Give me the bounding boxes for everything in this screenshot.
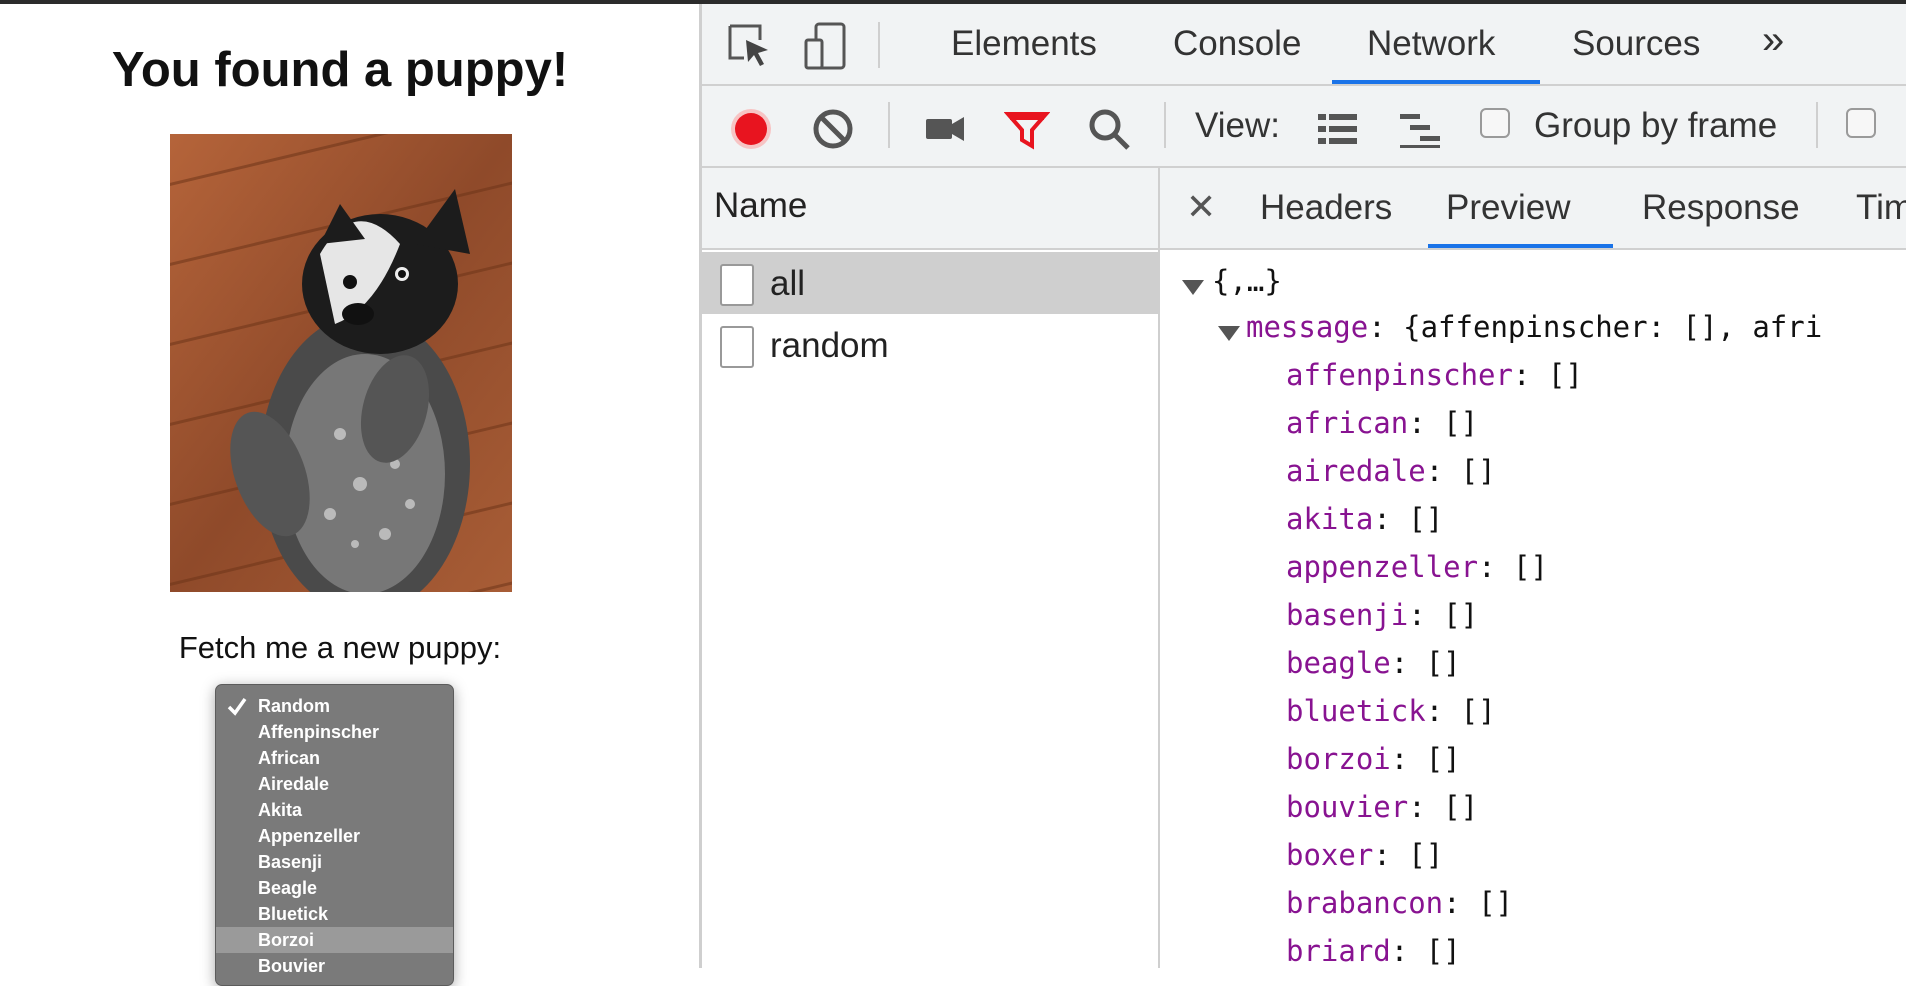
tab-preview[interactable]: Preview <box>1446 188 1570 228</box>
dropdown-option[interactable]: Appenzeller <box>216 823 453 849</box>
tab-sources[interactable]: Sources <box>1572 24 1700 64</box>
json-entry: african: [] <box>1286 406 1479 440</box>
dropdown-option[interactable]: Bouvier <box>216 953 453 979</box>
json-preview: {,…} message: {affenpinscher: [], afri a… <box>1160 252 1906 968</box>
breed-dropdown-menu[interactable]: Random Affenpinscher African Airedale Ak… <box>215 684 454 986</box>
checkmark-icon <box>227 697 247 716</box>
tab-elements[interactable]: Elements <box>951 24 1097 64</box>
dropdown-option[interactable]: Akita <box>216 797 453 823</box>
dropdown-option[interactable]: Bluetick <box>216 901 453 927</box>
dropdown-option[interactable]: Beagle <box>216 875 453 901</box>
request-detail-panel: ✕ Headers Preview Response Tim {,…} mess… <box>1160 168 1906 968</box>
page-title: You found a puppy! <box>111 43 569 97</box>
toolbar-separator <box>1816 102 1818 148</box>
request-name-column: Name all random <box>702 168 1160 968</box>
detail-tabbar: ✕ Headers Preview Response Tim <box>1160 168 1906 250</box>
tab-headers[interactable]: Headers <box>1260 188 1392 228</box>
dropdown-option[interactable]: Affenpinscher <box>216 719 453 745</box>
json-entry: airedale: [] <box>1286 454 1496 488</box>
dropdown-option[interactable]: Basenji <box>216 849 453 875</box>
active-tab-indicator <box>1332 80 1540 84</box>
json-entry: briard: [] <box>1286 934 1461 968</box>
network-toolbar: View: Group by frame <box>702 86 1906 168</box>
toolbar-separator <box>878 22 880 68</box>
request-row-random[interactable]: random <box>702 314 1158 376</box>
toolbar-separator <box>1164 102 1166 148</box>
tab-timing[interactable]: Tim <box>1856 188 1906 228</box>
view-label: View: <box>1195 106 1280 145</box>
web-page: You found a puppy! Fetch me a new puppy:… <box>0 4 699 986</box>
device-toolbar-icon[interactable] <box>802 20 854 72</box>
devtools-panel: Elements Console Network Sources » View:… <box>702 4 1906 968</box>
json-entry: akita: [] <box>1286 502 1444 536</box>
json-root: {,…} <box>1212 264 1282 298</box>
json-entry: basenji: [] <box>1286 598 1479 632</box>
json-entry: borzoi: [] <box>1286 742 1461 776</box>
filter-icon[interactable] <box>1004 106 1050 152</box>
preserve-log-checkbox[interactable] <box>1846 108 1876 138</box>
json-entry: affenpinscher: [] <box>1286 358 1583 392</box>
document-icon <box>720 264 754 306</box>
waterfall-icon[interactable] <box>1396 106 1442 152</box>
name-column-header[interactable]: Name <box>702 168 1158 250</box>
devtools-tabbar: Elements Console Network Sources » <box>702 4 1906 86</box>
dropdown-option[interactable]: Random <box>216 693 453 719</box>
tab-console[interactable]: Console <box>1173 24 1301 64</box>
toolbar-separator <box>888 102 890 148</box>
more-tabs-icon[interactable]: » <box>1762 18 1784 63</box>
dropdown-option[interactable]: Airedale <box>216 771 453 797</box>
json-entry: appenzeller: [] <box>1286 550 1548 584</box>
json-entry: bouvier: [] <box>1286 790 1479 824</box>
search-icon[interactable] <box>1086 106 1132 152</box>
inspect-element-icon[interactable] <box>724 20 776 72</box>
json-message-row: message: {affenpinscher: [], afri <box>1246 310 1823 344</box>
screenshot-camera-icon[interactable] <box>922 106 968 152</box>
close-icon[interactable]: ✕ <box>1186 186 1216 228</box>
dropdown-option[interactable]: African <box>216 745 453 771</box>
record-icon[interactable] <box>728 106 774 152</box>
puppy-photo <box>170 134 512 592</box>
request-row-all[interactable]: all <box>702 252 1158 314</box>
expand-triangle-icon[interactable] <box>1182 280 1204 295</box>
dropdown-option-highlighted[interactable]: Borzoi <box>216 927 453 953</box>
expand-triangle-icon[interactable] <box>1218 326 1240 341</box>
json-entry: brabancon: [] <box>1286 886 1513 920</box>
json-entry: bluetick: [] <box>1286 694 1496 728</box>
fetch-label: Fetch me a new puppy: <box>178 630 502 665</box>
large-rows-icon[interactable] <box>1314 106 1360 152</box>
group-by-frame-checkbox[interactable] <box>1480 108 1510 138</box>
group-by-frame-label: Group by frame <box>1534 106 1778 145</box>
tab-response[interactable]: Response <box>1642 188 1800 228</box>
document-icon <box>720 326 754 368</box>
json-entry: beagle: [] <box>1286 646 1461 680</box>
clear-icon[interactable] <box>810 106 856 152</box>
json-entry: boxer: [] <box>1286 838 1444 872</box>
active-detail-tab-indicator <box>1428 244 1613 248</box>
tab-network[interactable]: Network <box>1367 24 1495 64</box>
